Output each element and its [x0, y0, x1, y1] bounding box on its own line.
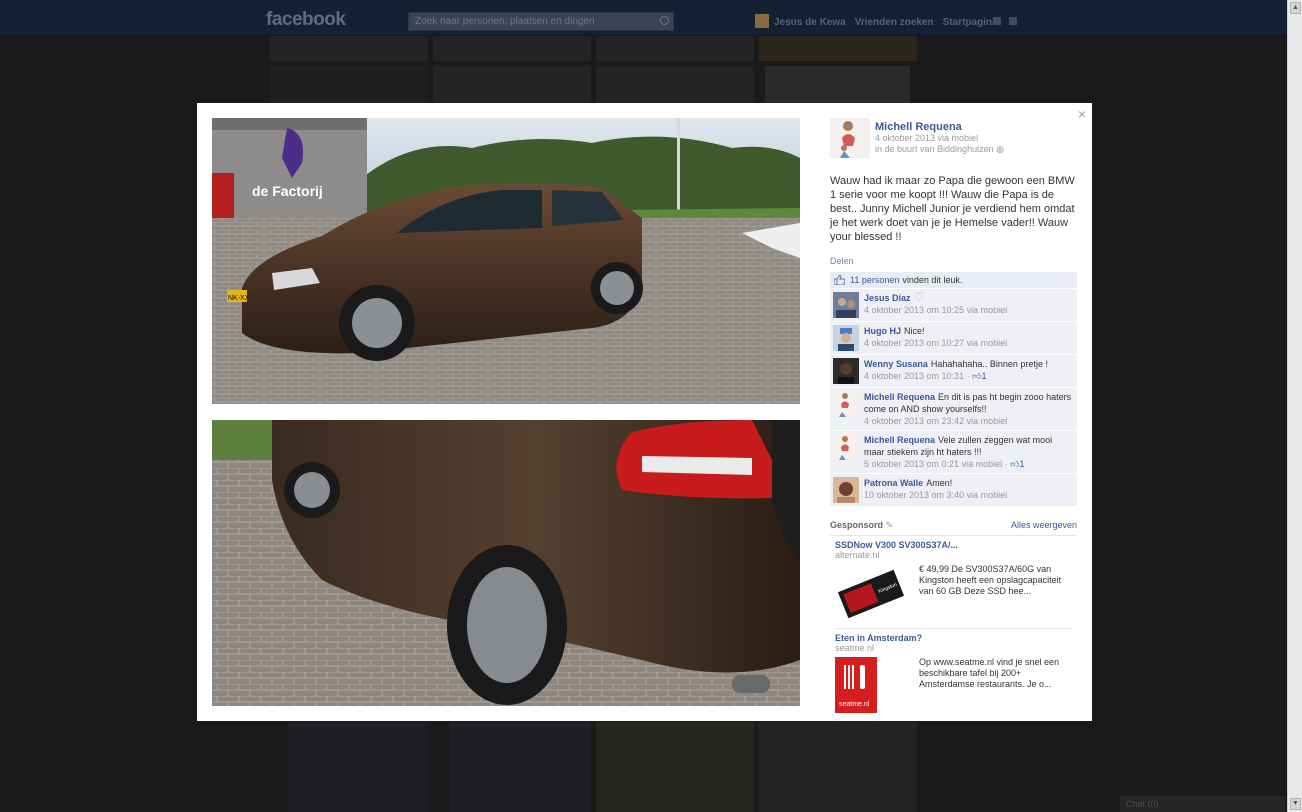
avatar[interactable] — [833, 325, 859, 351]
list-item: Wenny Susana Hahahahaha.. Binnen pretje !… — [830, 354, 1077, 387]
settings-icon[interactable] — [1009, 17, 1017, 25]
facebook-logo[interactable]: facebook — [266, 9, 346, 31]
license-plate: NK-XX — [228, 295, 250, 302]
sponsored-header: Gesponsord ✎ Alles weergeven — [830, 520, 1077, 536]
comment-meta[interactable]: 5 oktober 2013 om 0:21 via mobiel · — [864, 459, 1008, 469]
profile-avatar[interactable] — [755, 14, 769, 28]
post-date[interactable]: 4 oktober 2013 via mobiel — [875, 133, 1004, 144]
share-link[interactable]: Delen — [830, 256, 1077, 266]
comment-text: Nice! — [904, 326, 925, 336]
close-icon[interactable]: × — [1078, 106, 1086, 122]
comment-author-link[interactable]: Wenny Susana — [864, 359, 928, 369]
photo-viewer-modal: × de Factorij NK-XX Michell Requena 4 ok… — [197, 103, 1092, 721]
heart-icon: ♡ — [913, 290, 925, 304]
post-location: in de buurt van Biddinghuizen ◍ — [875, 144, 1004, 155]
home-link[interactable]: Startpagina — [943, 17, 998, 28]
friend-requests-icon[interactable] — [993, 17, 1001, 25]
avatar[interactable] — [830, 118, 870, 158]
ad-title-link[interactable]: SSDNow V300 SV300S37A/... — [835, 540, 1072, 550]
comment-like-count[interactable]: 1 — [982, 371, 987, 381]
find-friends-link[interactable]: Vrienden zoeken — [855, 17, 934, 28]
page-scrollbar[interactable]: ▲ ▼ — [1287, 0, 1302, 812]
list-item: Jesus Díaz ♡ 4 oktober 2013 om 10:25 via … — [830, 288, 1077, 321]
comment-like-count[interactable]: 1 — [1020, 459, 1025, 469]
avatar[interactable] — [833, 391, 859, 417]
top-bar: facebook Zoek naar personen, plaatsen en… — [0, 0, 1287, 36]
likes-bar: 11 personen vinden dit leuk. — [830, 272, 1077, 288]
profile-link[interactable]: Jesus de Kewa — [774, 17, 846, 28]
ad-description: Op www.seatme.nl vind je snel een beschi… — [919, 657, 1060, 689]
comment-author-link[interactable]: Hugo HJ — [864, 326, 901, 336]
list-item: Michell Requena Vele zullen zeggen wat mo… — [830, 430, 1077, 473]
comment-meta[interactable]: 4 oktober 2013 om 23:42 via mobiel — [864, 415, 1073, 427]
search-icon[interactable] — [660, 16, 669, 25]
list-item: Hugo HJ Nice! 4 oktober 2013 om 10:27 via… — [830, 321, 1077, 354]
seatme-brand: seatme.nl — [839, 701, 870, 708]
comment-meta[interactable]: 10 oktober 2013 om 3:40 via mobiel — [864, 489, 1007, 501]
avatar[interactable] — [833, 358, 859, 384]
building-sign: de Factorij — [252, 183, 323, 199]
comment-meta[interactable]: 4 oktober 2013 om 10:25 via mobiel — [864, 304, 1007, 316]
ad-item[interactable]: SSDNow V300 SV300S37A/... alternate.nl K… — [830, 536, 1077, 629]
poster-avatar-icon — [840, 121, 855, 158]
thumbs-up-icon — [834, 275, 845, 285]
comment-text: Hahahahaha.. Binnen pretje ! — [930, 359, 1048, 369]
scroll-up-button[interactable]: ▲ — [1290, 2, 1301, 14]
car-front-image: de Factorij NK-XX — [212, 118, 800, 404]
comment-meta[interactable]: 4 oktober 2013 om 10:27 via mobiel — [864, 337, 1007, 349]
ad-domain: seatme.nl — [835, 643, 875, 653]
thumbs-up-icon[interactable]: 👍︎ — [1010, 459, 1019, 469]
list-item: Michell Requena En dit is pas ht begin zo… — [830, 387, 1077, 430]
globe-icon: ◍ — [996, 144, 1004, 154]
avatar[interactable] — [833, 477, 859, 503]
comment-text: Amen! — [926, 478, 953, 488]
list-item: Patrona Walle Amen! 10 oktober 2013 om 3:… — [830, 473, 1077, 506]
post-author-link[interactable]: Michell Requena — [875, 121, 1004, 133]
likes-suffix: vinden dit leuk. — [902, 275, 963, 285]
ad-item[interactable]: Eten in Amsterdam? seatme.nl seatme.nl O… — [830, 629, 1077, 713]
search-input[interactable]: Zoek naar personen, plaatsen en dingen — [408, 12, 674, 31]
megaphone-icon[interactable]: ✎ — [886, 520, 894, 530]
photo-car-rear[interactable] — [212, 420, 800, 706]
sponsored-label: Gesponsord — [830, 520, 884, 530]
likes-count-link[interactable]: 11 personen — [850, 275, 899, 285]
ad-title-link[interactable]: Eten in Amsterdam? — [835, 633, 1072, 643]
see-all-ads-link[interactable]: Alles weergeven — [1011, 520, 1077, 531]
ad-description: € 49,99 De SV300S37A/60G van Kingston he… — [919, 564, 1062, 596]
thumbs-up-icon[interactable]: 👍︎ — [972, 371, 981, 381]
seatme-logo-image[interactable]: seatme.nl — [835, 657, 907, 713]
avatar[interactable] — [833, 292, 859, 318]
comment-author-link[interactable]: Michell Requena — [864, 392, 935, 402]
comment-author-link[interactable]: Patrona Walle — [864, 478, 923, 488]
post-text: Wauw had ik maar zo Papa die gewoon een … — [830, 175, 1075, 243]
avatar[interactable] — [833, 434, 859, 460]
comment-meta[interactable]: 4 oktober 2013 om 10:31 · — [864, 371, 970, 381]
post-header: Michell Requena 4 oktober 2013 via mobie… — [830, 118, 1077, 158]
location-text[interactable]: in de buurt van Biddinghuizen — [875, 144, 994, 154]
post-sidebar: Michell Requena 4 oktober 2013 via mobie… — [830, 118, 1077, 713]
comment-author-link[interactable]: Michell Requena — [864, 435, 935, 445]
scroll-down-button[interactable]: ▼ — [1290, 798, 1301, 810]
top-links: Jesus de Kewa Vrienden zoeken Startpagin… — [774, 17, 998, 28]
ssd-product-image[interactable]: Kingston — [835, 564, 907, 620]
comment-author-link[interactable]: Jesus Díaz — [864, 293, 911, 303]
chat-bar[interactable]: Chat (0) — [1120, 796, 1285, 812]
ad-domain: alternate.nl — [835, 550, 880, 560]
car-rear-image — [212, 420, 800, 706]
photo-car-front[interactable]: de Factorij NK-XX — [212, 118, 800, 404]
